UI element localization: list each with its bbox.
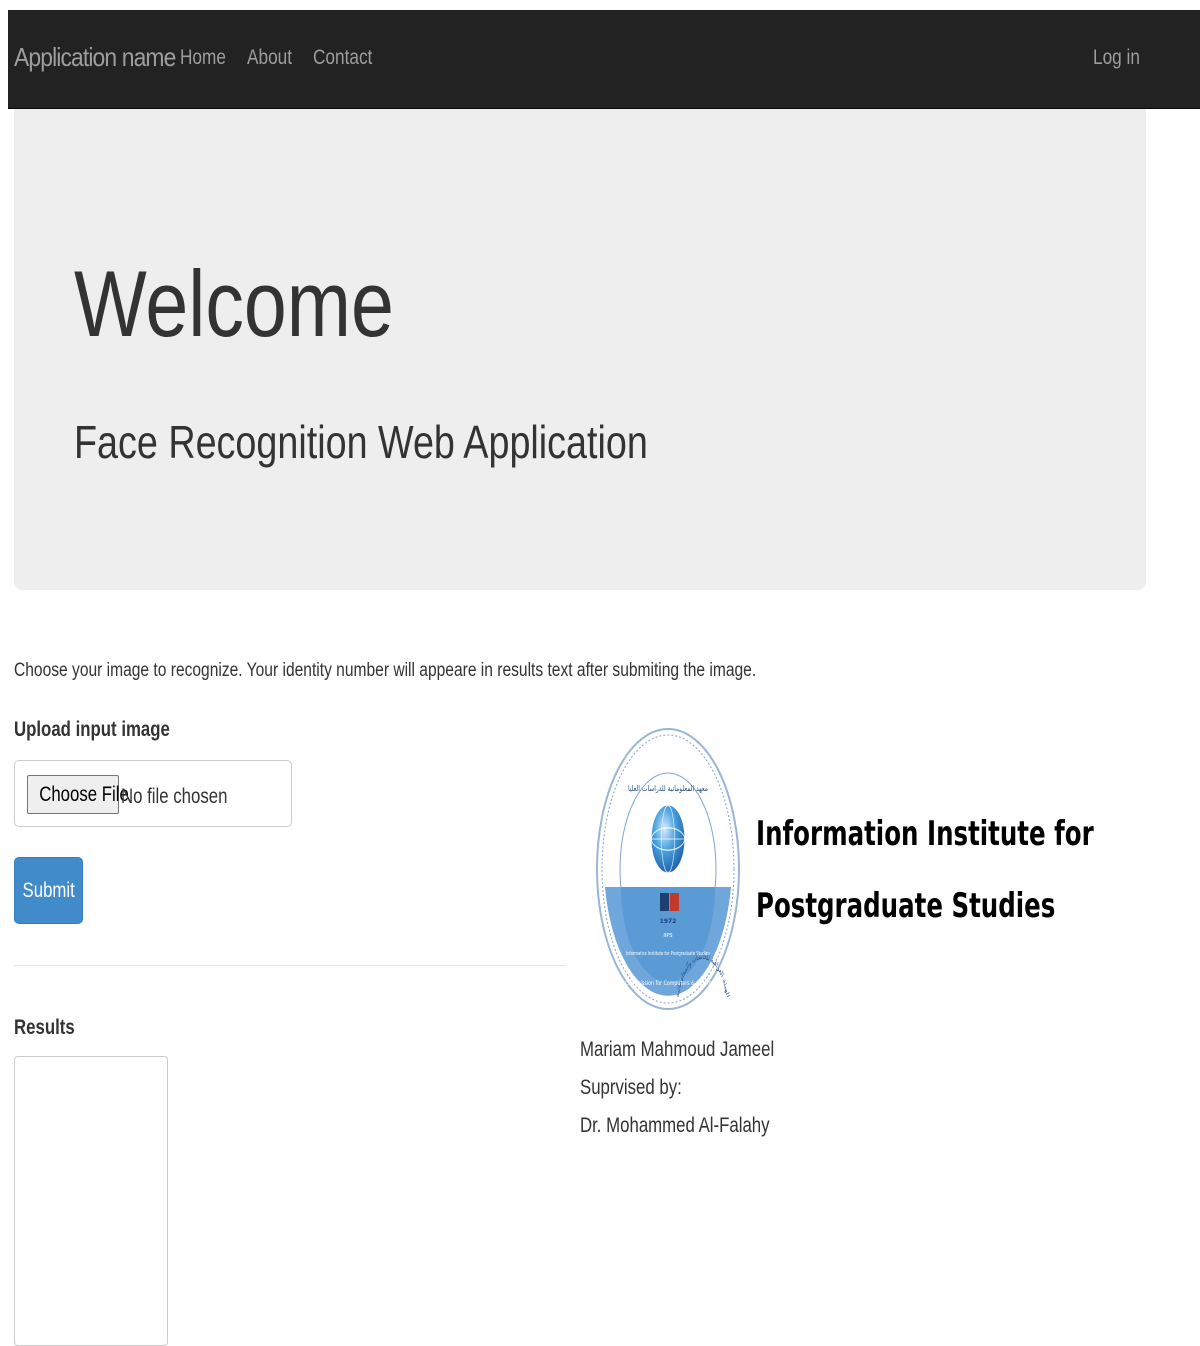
nav-link-home[interactable]: Home [180,46,226,70]
choose-file-button[interactable]: Choose File [27,775,129,814]
institute-seal-icon: الهيئة العراقية للحاسبات والمعلوماتية مع… [596,728,740,1010]
upload-label: Upload input image [14,718,170,741]
seal-text-en: Iraqi Commission for Computers & Informa… [613,980,723,987]
supervisor-name: Dr. Mohammed Al-Falahy [580,1114,770,1137]
institute-name-line2: Postgraduate Studies [756,886,1056,926]
results-label: Results [14,1016,75,1039]
jumbotron: Welcome Face Recognition Web Application [14,109,1146,590]
nav-link-contact[interactable]: Contact [313,46,372,70]
app-subtitle: Face Recognition Web Application [74,416,648,468]
submit-button[interactable]: Submit [14,857,83,924]
author-name: Mariam Mahmoud Jameel [580,1038,775,1061]
file-input[interactable]: Choose File No file chosen [14,760,292,827]
submit-label: Submit [22,878,75,902]
navbar: Application name Home About Contact Log … [8,10,1200,109]
results-textarea[interactable] [14,1056,168,1346]
seal-letters: IIPS [663,933,672,939]
supervised-label: Suprvised by: [580,1076,682,1099]
login-link[interactable]: Log in [1093,46,1140,70]
nav-link-about[interactable]: About [247,46,292,70]
seal-year: 1972 [660,918,677,925]
seal-text-en2: Informatics Institute for Postgraduate S… [626,951,710,957]
choose-file-label: Choose File [39,782,129,806]
instructions-text: Choose your image to recognize. Your ide… [14,660,757,681]
institute-name-line1: Information Institute for [756,814,1094,854]
seal-text-ar2: معهد المعلوماتية للدراسات العليا [628,784,708,793]
brand-link[interactable]: Application name [14,42,176,73]
welcome-title: Welcome [74,251,394,356]
divider [14,965,566,966]
file-status-text: No file chosen [121,785,228,808]
